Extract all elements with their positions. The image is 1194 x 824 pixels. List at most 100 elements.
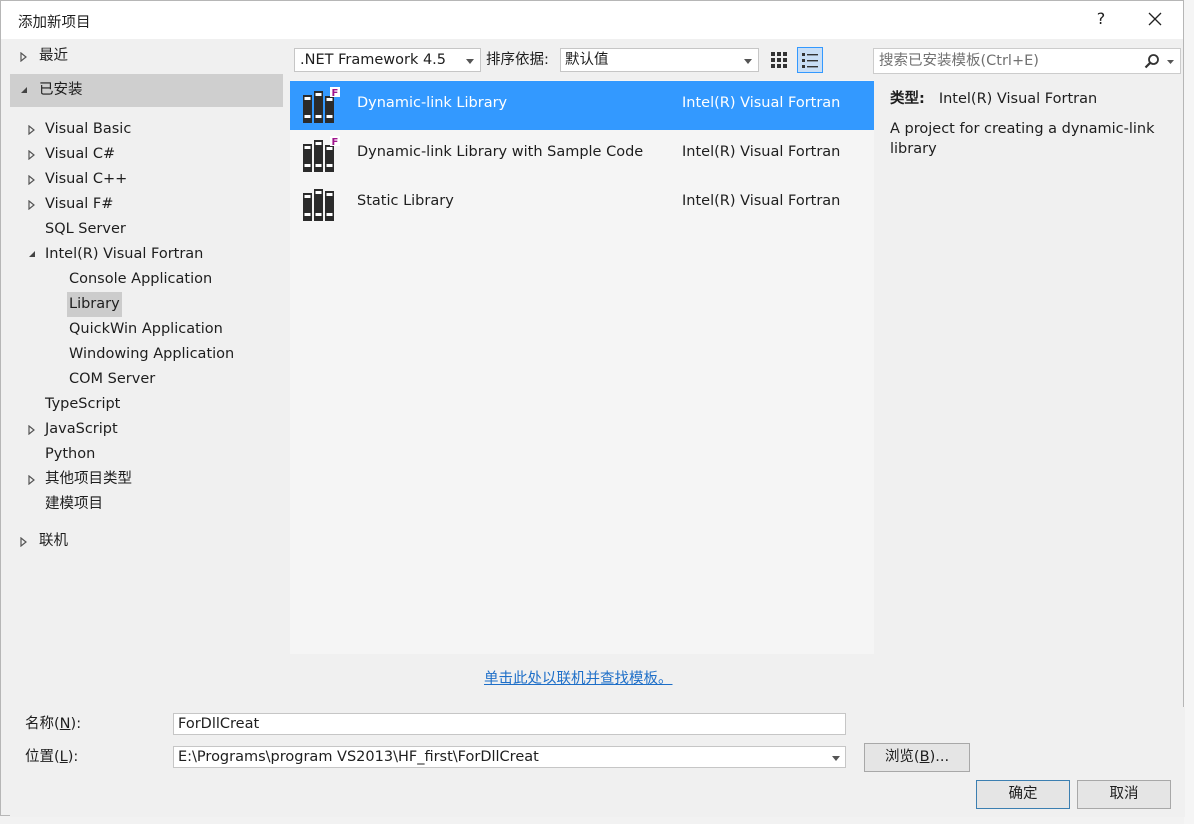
ok-button[interactable]: 确定 [976, 780, 1070, 809]
location-value: E:\Programs\program VS2013\HF_first\ForD… [178, 749, 539, 765]
expand-arrow-icon[interactable] [28, 142, 40, 167]
template-item-dll-with-sample-code[interactable]: F Dynamic-link Library with Sample Code … [290, 130, 874, 179]
tree-item-label: Visual C++ [45, 171, 128, 187]
expand-arrow-icon[interactable] [28, 167, 40, 192]
tree-item-label: Visual C# [45, 146, 116, 162]
tree-item-label: 其他项目类型 [45, 471, 132, 487]
template-language: Intel(R) Visual Fortran [682, 144, 841, 160]
background-window-edge [1184, 0, 1194, 824]
template-list: F Dynamic-link Library Intel(R) Visual F… [290, 80, 874, 654]
tree-item-com-server[interactable]: COM Server [10, 367, 283, 392]
location-input[interactable]: E:\Programs\program VS2013\HF_first\ForD… [173, 746, 846, 768]
fortran-library-icon: F [302, 136, 340, 178]
tree-item-installed[interactable]: 已安装 [10, 74, 283, 107]
details-view-button[interactable] [797, 47, 823, 73]
tree-item-console-application[interactable]: Console Application [10, 267, 283, 292]
tree-item-label: JavaScript [45, 421, 118, 437]
sort-by-value: 默认值 [565, 52, 609, 68]
collapse-arrow-icon[interactable] [18, 74, 30, 99]
dialog-title: 添加新项目 [18, 15, 91, 31]
tree-item-windowing-application[interactable]: Windowing Application [10, 342, 283, 367]
tree-item-label: Python [45, 446, 96, 462]
template-name: Dynamic-link Library with Sample Code [357, 144, 644, 160]
tree-item-online[interactable]: 联机 [10, 529, 283, 554]
tree-item-intel-fortran[interactable]: Intel(R) Visual Fortran [10, 242, 283, 267]
chevron-down-icon[interactable] [1167, 60, 1174, 64]
expand-arrow-icon[interactable] [28, 117, 40, 142]
template-details-panel: 类型: Intel(R) Visual Fortran A project for… [890, 89, 1180, 159]
tree-item-library[interactable]: Library [10, 292, 283, 317]
chevron-down-icon[interactable] [832, 756, 840, 761]
svg-text:F: F [332, 88, 339, 99]
template-item-dynamic-link-library[interactable]: F Dynamic-link Library Intel(R) Visual F… [290, 81, 874, 130]
grid-view-icon [771, 52, 787, 68]
tree-item-label: Intel(R) Visual Fortran [45, 246, 204, 262]
tree-item-visual-fsharp[interactable]: Visual F# [10, 192, 283, 217]
close-button[interactable] [1141, 7, 1169, 33]
expand-arrow-icon[interactable] [28, 192, 40, 217]
type-value: Intel(R) Visual Fortran [938, 91, 1098, 107]
name-input[interactable]: ForDllCreat [173, 713, 846, 735]
tree-item-label: SQL Server [45, 221, 126, 237]
chevron-down-icon [466, 59, 474, 64]
title-bar: 添加新项目 ? [1, 1, 1183, 39]
chevron-down-icon [744, 59, 752, 64]
help-button[interactable]: ? [1089, 7, 1113, 31]
tree-item-visual-cpp[interactable]: Visual C++ [10, 167, 283, 192]
framework-dropdown[interactable]: .NET Framework 4.5 [294, 48, 481, 72]
tree-item-label: 最近 [39, 48, 68, 64]
find-templates-online-link[interactable]: 单击此处以联机并查找模板。 [484, 669, 673, 689]
sort-by-label: 排序依据: [486, 52, 549, 68]
tree-item-label: COM Server [69, 371, 156, 387]
add-new-project-dialog: 添加新项目 ? 最近 已安装 Visual Basic Visual C# Vi… [0, 0, 1185, 817]
tree-item-label: 联机 [39, 533, 68, 549]
tree-item-label: QuickWin Application [69, 321, 223, 337]
tree-item-other-project-types[interactable]: 其他项目类型 [10, 467, 283, 492]
template-category-tree: 最近 已安装 Visual Basic Visual C# Visual C++… [10, 39, 283, 707]
list-view-icon [802, 53, 818, 68]
search-templates-input[interactable]: 搜索已安装模板(Ctrl+E) [873, 48, 1181, 74]
template-type-row: 类型: Intel(R) Visual Fortran [890, 89, 1180, 109]
tree-item-recent[interactable]: 最近 [10, 44, 283, 69]
library-icon [302, 185, 340, 227]
tree-item-label: 建模项目 [45, 496, 103, 512]
framework-value: .NET Framework 4.5 [300, 52, 447, 68]
tree-item-python[interactable]: Python [10, 442, 283, 467]
expand-arrow-icon[interactable] [20, 529, 32, 554]
name-value: ForDllCreat [178, 716, 260, 732]
template-language: Intel(R) Visual Fortran [682, 193, 841, 209]
tree-item-sql-server[interactable]: SQL Server [10, 217, 283, 242]
expand-arrow-icon[interactable] [20, 44, 32, 69]
tree-item-modeling-projects[interactable]: 建模项目 [10, 492, 283, 517]
expand-arrow-icon[interactable] [28, 467, 40, 492]
cancel-button[interactable]: 取消 [1077, 780, 1171, 809]
tree-item-typescript[interactable]: TypeScript [10, 392, 283, 417]
tree-item-label: Visual F# [45, 196, 114, 212]
close-icon [1148, 12, 1162, 26]
svg-text:F: F [332, 137, 339, 148]
tree-item-visual-basic[interactable]: Visual Basic [10, 117, 283, 142]
template-language: Intel(R) Visual Fortran [682, 95, 841, 111]
tree-item-label: Visual Basic [45, 121, 132, 137]
small-icons-view-button[interactable] [766, 47, 792, 73]
fortran-library-icon: F [302, 87, 340, 129]
template-item-static-library[interactable]: Static Library Intel(R) Visual Fortran [290, 179, 874, 228]
search-icon[interactable] [1144, 53, 1160, 69]
sort-by-dropdown[interactable]: 默认值 [560, 48, 759, 72]
template-description: A project for creating a dynamic-link li… [890, 121, 1155, 157]
tree-item-label: 已安装 [39, 82, 83, 98]
template-name: Dynamic-link Library [357, 95, 508, 111]
collapse-arrow-icon[interactable] [26, 242, 38, 267]
location-label: 位置(L): [25, 749, 79, 765]
tree-item-quickwin-application[interactable]: QuickWin Application [10, 317, 283, 342]
tree-item-label: Console Application [69, 271, 213, 287]
tree-item-visual-csharp[interactable]: Visual C# [10, 142, 283, 167]
tree-item-label: TypeScript [45, 396, 121, 412]
type-label: 类型: [890, 91, 925, 107]
project-settings-form: 名称(N): ForDllCreat 位置(L): E:\Programs\pr… [10, 707, 1185, 817]
tree-item-label: Library [67, 292, 122, 317]
tree-item-javascript[interactable]: JavaScript [10, 417, 283, 442]
expand-arrow-icon[interactable] [28, 417, 40, 442]
name-label: 名称(N): [25, 716, 82, 732]
browse-button[interactable]: 浏览(B)... [864, 743, 970, 772]
